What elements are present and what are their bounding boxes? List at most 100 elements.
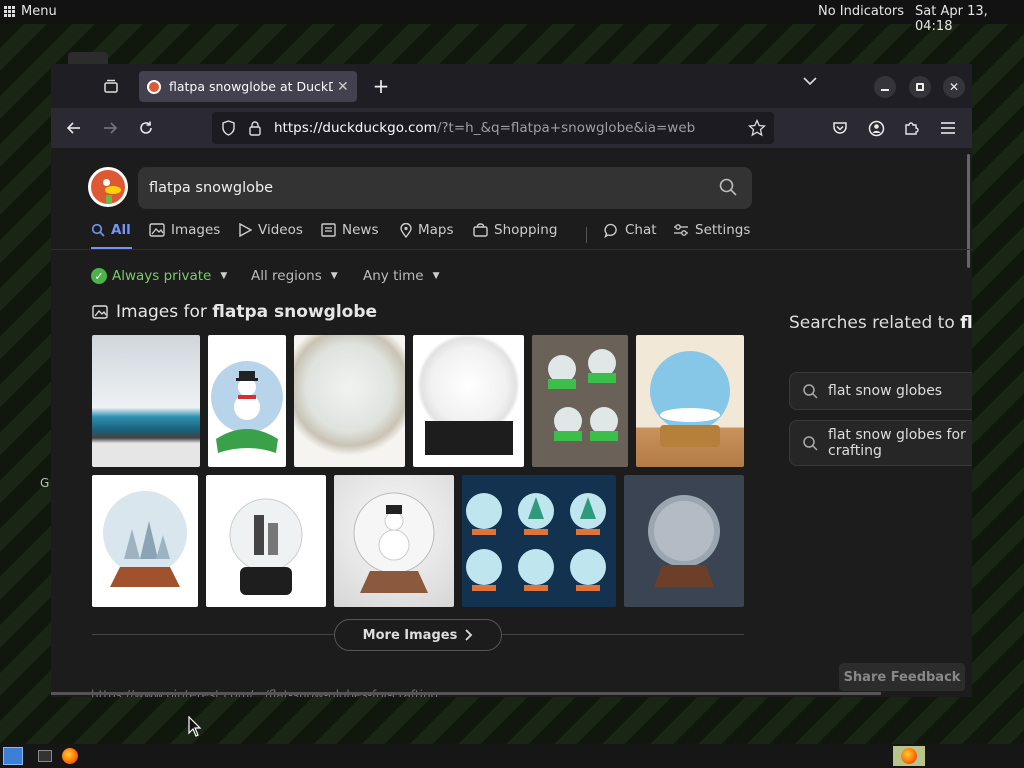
desktop-stray-text: G bbox=[40, 476, 50, 490]
tab-bar: flatpa snowglobe at DuckDuckGo ✕ + ✕ bbox=[51, 64, 972, 108]
app-menu-hamburger[interactable] bbox=[936, 116, 960, 140]
tab-videos[interactable]: Videos bbox=[238, 222, 303, 238]
browser-window: flatpa snowglobe at DuckDuckGo ✕ + ✕ htt… bbox=[51, 64, 972, 697]
tab-all[interactable]: All bbox=[91, 222, 131, 238]
minimize-icon bbox=[881, 88, 889, 91]
news-icon bbox=[321, 223, 336, 237]
pocket-button[interactable] bbox=[828, 116, 852, 140]
firefox-launcher[interactable] bbox=[60, 746, 80, 766]
background-window-tab bbox=[68, 52, 108, 64]
close-tab-icon[interactable]: ✕ bbox=[337, 79, 349, 95]
more-images-button[interactable]: More Images bbox=[334, 619, 502, 651]
reload-icon bbox=[140, 121, 152, 134]
time-filter-label: Any time bbox=[363, 268, 424, 284]
account-icon bbox=[868, 120, 884, 136]
url-path: /?t=h_&q=flatpa+snowglobe&ia=web bbox=[436, 120, 696, 136]
tab-chat-label: Chat bbox=[625, 222, 657, 238]
privacy-filter[interactable]: ✓ Always private ▼ bbox=[91, 268, 227, 284]
related-search-item[interactable]: flat snow globes for crafting bbox=[789, 420, 972, 466]
image-result[interactable] bbox=[413, 335, 524, 467]
image-result[interactable] bbox=[532, 335, 628, 467]
search-icon[interactable] bbox=[718, 177, 738, 197]
tab-maps[interactable]: Maps bbox=[400, 222, 454, 238]
share-feedback-button[interactable]: Share Feedback bbox=[839, 663, 965, 691]
top-panel: Menu No Indicators Sat Apr 13, 04:18 bbox=[0, 0, 1024, 34]
terminal-icon bbox=[38, 750, 52, 762]
tab-news[interactable]: News bbox=[321, 222, 378, 238]
app-menu-button[interactable]: Menu bbox=[4, 4, 57, 19]
tab-images-label: Images bbox=[171, 222, 221, 238]
related-searches-title: Searches related to flatpa snowglobe bbox=[789, 311, 972, 335]
header-divider bbox=[51, 249, 972, 250]
back-button[interactable] bbox=[62, 116, 86, 140]
tab-chat[interactable]: Chat bbox=[604, 222, 657, 238]
images-heading[interactable]: Images for flatpa snowglobe bbox=[92, 302, 377, 322]
tab-list-button[interactable] bbox=[101, 76, 121, 96]
hamburger-icon bbox=[941, 122, 955, 134]
image-result[interactable] bbox=[624, 475, 744, 607]
indicators-label[interactable]: No Indicators bbox=[818, 4, 904, 19]
checkmark-icon: ✓ bbox=[91, 268, 107, 284]
tab-all-label: All bbox=[111, 222, 131, 238]
image-result[interactable] bbox=[294, 335, 405, 467]
grid-icon bbox=[4, 6, 15, 17]
caret-down-icon: ▼ bbox=[220, 271, 228, 281]
desktop-icon bbox=[3, 747, 23, 765]
forward-arrow-icon bbox=[104, 122, 118, 134]
tab-images[interactable]: Images bbox=[149, 222, 220, 238]
search-input[interactable] bbox=[149, 177, 689, 199]
region-filter[interactable]: All regions ▼ bbox=[251, 268, 338, 284]
maximize-button[interactable] bbox=[909, 76, 931, 98]
bookmark-star-icon[interactable] bbox=[748, 119, 766, 137]
tab-shopping[interactable]: Shopping bbox=[473, 222, 557, 238]
restore-icon bbox=[916, 83, 924, 91]
search-icon bbox=[803, 436, 818, 451]
mouse-cursor-icon bbox=[188, 716, 202, 737]
minimize-button[interactable] bbox=[874, 76, 896, 98]
account-button[interactable] bbox=[864, 116, 888, 140]
image-result[interactable] bbox=[92, 475, 198, 607]
duckduckgo-logo[interactable] bbox=[88, 167, 128, 207]
privacy-filter-label: Always private bbox=[112, 268, 212, 284]
images-heading-prefix: Images for bbox=[116, 302, 207, 322]
taskbar bbox=[0, 744, 1024, 768]
tab-settings[interactable]: Settings bbox=[673, 222, 750, 238]
forward-button[interactable] bbox=[98, 116, 122, 140]
address-bar[interactable]: https://duckduckgo.com/?t=h_&q=flatpa+sn… bbox=[212, 112, 774, 144]
image-result[interactable] bbox=[462, 475, 616, 607]
play-icon bbox=[239, 223, 252, 237]
vertical-scrollbar[interactable] bbox=[967, 154, 970, 268]
image-result[interactable] bbox=[206, 475, 326, 607]
horizontal-scrollbar[interactable] bbox=[51, 692, 881, 695]
time-filter[interactable]: Any time ▼ bbox=[363, 268, 440, 284]
tab-list-icon bbox=[104, 79, 118, 93]
search-icon bbox=[803, 384, 818, 399]
tab-shopping-label: Shopping bbox=[494, 222, 558, 238]
reload-button[interactable] bbox=[134, 116, 158, 140]
firefox-window-button[interactable] bbox=[893, 746, 925, 766]
image-result[interactable] bbox=[334, 475, 454, 607]
tab-news-label: News bbox=[342, 222, 379, 238]
clock[interactable]: Sat Apr 13, 04:18 bbox=[915, 4, 1024, 34]
pin-icon bbox=[400, 222, 412, 238]
tab-duckduckgo[interactable]: flatpa snowglobe at DuckDuckGo ✕ bbox=[139, 71, 357, 102]
image-icon bbox=[92, 305, 108, 319]
firefox-icon bbox=[62, 748, 78, 764]
pocket-icon bbox=[833, 122, 847, 134]
page-content: All Images Videos News Maps Shopping bbox=[51, 148, 972, 697]
new-tab-button[interactable]: + bbox=[371, 74, 391, 98]
show-desktop-button[interactable] bbox=[2, 746, 24, 766]
shield-icon[interactable] bbox=[221, 120, 236, 136]
terminal-button[interactable] bbox=[36, 746, 54, 766]
tab-maps-label: Maps bbox=[418, 222, 454, 238]
related-search-item[interactable]: flat snow globes bbox=[789, 372, 972, 410]
image-result[interactable] bbox=[636, 335, 744, 467]
extensions-button[interactable] bbox=[899, 116, 923, 140]
image-result[interactable] bbox=[208, 335, 286, 467]
back-arrow-icon bbox=[66, 122, 80, 134]
lock-icon[interactable] bbox=[248, 120, 262, 136]
region-filter-label: All regions bbox=[251, 268, 322, 284]
list-all-tabs-chevron-icon[interactable] bbox=[803, 75, 817, 90]
image-result[interactable] bbox=[92, 335, 200, 467]
close-window-button[interactable]: ✕ bbox=[943, 76, 965, 98]
